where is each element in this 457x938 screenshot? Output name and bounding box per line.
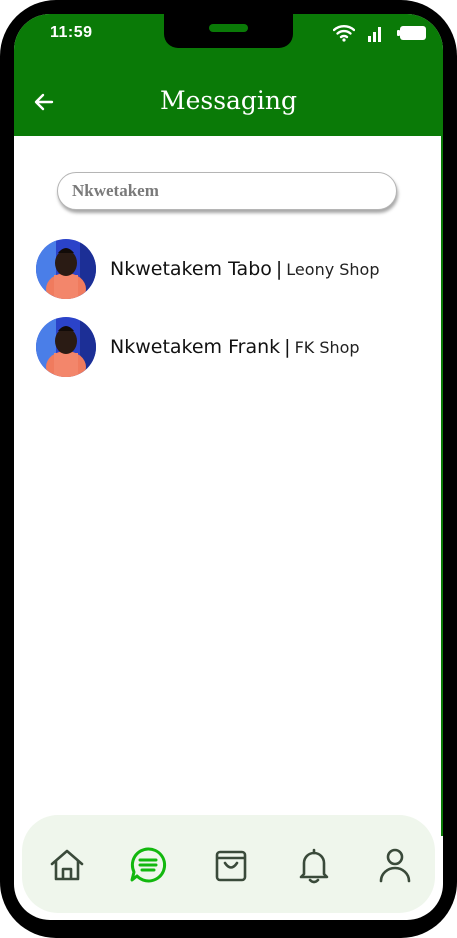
contact-label: Nkwetakem Tabo | Leony Shop bbox=[110, 258, 380, 280]
shopping-bag-icon bbox=[215, 850, 247, 882]
nav-notifications[interactable] bbox=[294, 845, 334, 885]
contact-name: Nkwetakem Frank bbox=[110, 336, 281, 358]
nav-messages[interactable] bbox=[128, 845, 168, 885]
contact-item[interactable]: Nkwetakem Frank | FK Shop bbox=[36, 317, 436, 377]
status-time: 11:59 bbox=[50, 24, 93, 41]
bottom-nav bbox=[22, 815, 435, 913]
contact-item[interactable]: Nkwetakem Tabo | Leony Shop bbox=[36, 239, 436, 299]
separator: | bbox=[284, 336, 291, 358]
avatar bbox=[36, 239, 96, 299]
page-title: Messaging bbox=[159, 86, 298, 115]
separator: | bbox=[275, 258, 283, 280]
user-icon bbox=[379, 848, 411, 883]
green-edge bbox=[441, 136, 443, 836]
nav-shop[interactable] bbox=[211, 845, 251, 885]
avatar bbox=[36, 317, 96, 377]
battery-icon bbox=[397, 26, 426, 40]
signal-icon bbox=[368, 27, 381, 42]
wifi-icon bbox=[333, 25, 355, 42]
phone-frame: 11:59 Messaging Nkwetakem Nkwetakem Tabo… bbox=[0, 0, 457, 938]
home-icon bbox=[50, 849, 84, 881]
shop-name: FK Shop bbox=[294, 338, 360, 357]
chat-icon bbox=[130, 847, 167, 883]
camera-notch bbox=[164, 14, 293, 48]
nav-profile[interactable] bbox=[375, 845, 415, 885]
search-input[interactable] bbox=[57, 172, 397, 210]
app-header: 11:59 Messaging bbox=[14, 14, 443, 136]
bell-icon bbox=[299, 848, 329, 884]
contact-label: Nkwetakem Frank | FK Shop bbox=[110, 336, 360, 358]
contact-name: Nkwetakem Tabo bbox=[110, 258, 272, 280]
shop-name: Leony Shop bbox=[286, 260, 380, 279]
nav-home[interactable] bbox=[47, 845, 87, 885]
status-icons bbox=[333, 24, 427, 42]
screen: 11:59 Messaging Nkwetakem Nkwetakem Tabo… bbox=[14, 14, 443, 920]
